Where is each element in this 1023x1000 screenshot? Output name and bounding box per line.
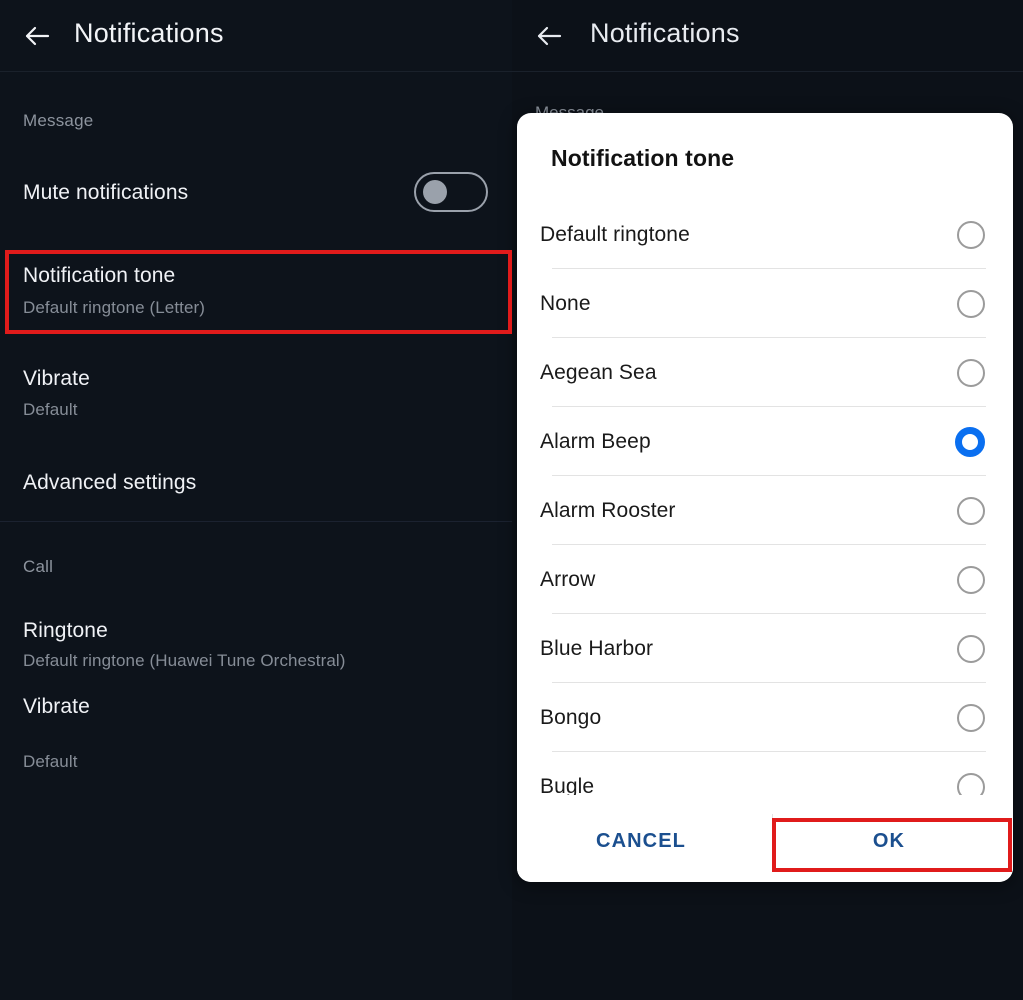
ok-button[interactable]: OK [765, 800, 1013, 882]
row-subtitle: Default [23, 752, 78, 771]
tone-option-row[interactable]: Default ringtone [517, 200, 1013, 269]
tone-option-row[interactable]: Aegean Sea [517, 338, 1013, 407]
left-appbar: Notifications [0, 0, 512, 72]
row-title: Ringtone [23, 619, 108, 642]
tone-option-label: Alarm Beep [540, 429, 651, 453]
section-divider [0, 521, 512, 522]
tone-option-row[interactable]: Blue Harbor [517, 614, 1013, 683]
tone-option-list[interactable]: Default ringtone None Aegean Sea Alarm Beep… [517, 200, 1013, 795]
radio-button[interactable] [957, 289, 985, 318]
row-title: Advanced settings [23, 471, 197, 494]
radio-button[interactable] [957, 496, 985, 525]
radio-button[interactable] [957, 634, 985, 663]
mute-notifications-toggle[interactable] [414, 172, 488, 212]
tone-option-label: Aegean Sea [540, 360, 657, 384]
radio-button[interactable] [957, 772, 985, 795]
radio-button[interactable] [957, 703, 985, 732]
tone-option-label: Blue Harbor [540, 636, 654, 660]
row-title: Notification tone [23, 264, 176, 287]
notification-tone-dialog: Notification tone Default ringtone None Ae… [517, 113, 1013, 882]
section-label-message: Message [23, 111, 94, 130]
row-title: Vibrate [23, 695, 90, 718]
action-divider [772, 814, 773, 854]
right-appbar: Notifications [512, 0, 1023, 72]
toggle-knob [423, 180, 447, 204]
dialog-action-bar: CANCEL OK [517, 800, 1013, 882]
tone-option-row[interactable]: Alarm Beep [517, 407, 1013, 476]
page-title: Notifications [74, 18, 224, 48]
page-title: Notifications [590, 18, 740, 48]
row-subtitle: Default ringtone (Huawei Tune Orchestral… [23, 651, 346, 670]
tone-option-label: Bugle [540, 774, 595, 796]
row-title: Vibrate [23, 367, 90, 390]
tone-option-row[interactable]: Arrow [517, 545, 1013, 614]
tone-option-row[interactable]: None [517, 269, 1013, 338]
tone-option-label: Default ringtone [540, 222, 690, 246]
appbar-divider [512, 71, 1023, 72]
row-title: Mute notifications [23, 181, 189, 204]
tone-option-label: Bongo [540, 705, 602, 729]
tone-option-row[interactable]: Bugle [517, 752, 1013, 795]
left-phone-screen: Notifications Message Mute notifications… [0, 0, 512, 1000]
radio-button-selected[interactable] [955, 426, 985, 457]
tone-option-row[interactable]: Alarm Rooster [517, 476, 1013, 545]
section-label-call: Call [23, 557, 54, 576]
radio-button[interactable] [957, 565, 985, 594]
tone-option-label: None [540, 291, 591, 315]
tone-option-row[interactable]: Bongo [517, 683, 1013, 752]
radio-button[interactable] [957, 358, 985, 387]
back-arrow-icon[interactable] [534, 21, 564, 51]
cancel-button[interactable]: CANCEL [517, 800, 765, 882]
dialog-title: Notification tone [551, 145, 735, 171]
appbar-divider [0, 71, 512, 72]
row-subtitle: Default ringtone (Letter) [23, 298, 206, 317]
row-subtitle: Default [23, 400, 78, 419]
tone-option-label: Arrow [540, 567, 596, 591]
screenshot-root: Notifications Message Mute notifications… [0, 0, 1023, 1000]
radio-button[interactable] [957, 220, 985, 249]
tone-option-label: Alarm Rooster [540, 498, 676, 522]
back-arrow-icon[interactable] [22, 21, 52, 51]
